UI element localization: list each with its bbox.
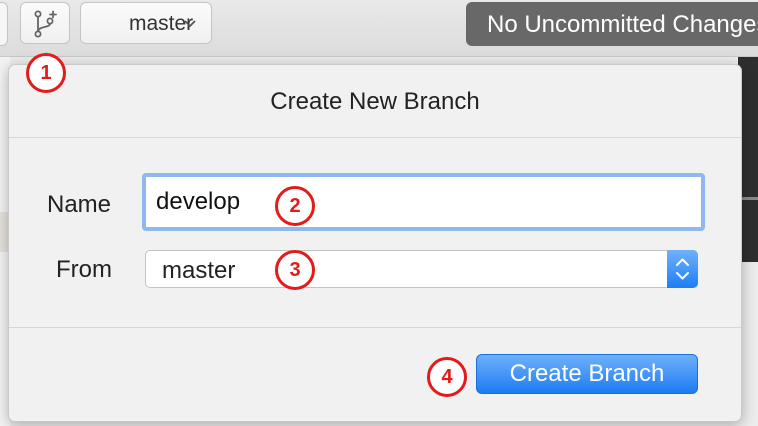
toolbar: master No Uncommitted Changes (0, 0, 758, 57)
branch-selector[interactable]: master (80, 2, 212, 44)
chevron-down-icon (184, 20, 196, 28)
annotation-marker-1: 1 (26, 53, 66, 93)
from-label: From (56, 256, 112, 283)
status-label: No Uncommitted Changes (487, 11, 758, 38)
title-divider (9, 137, 741, 138)
annotation-marker-4: 4 (427, 357, 467, 397)
background-divider (740, 197, 758, 200)
new-branch-button[interactable] (20, 2, 70, 44)
annotation-marker-2: 2 (275, 186, 315, 226)
footer-divider (9, 327, 741, 328)
app-window: master No Uncommitted Changes Create New… (0, 0, 758, 426)
name-label: Name (47, 191, 112, 218)
from-branch-select[interactable]: master (145, 250, 698, 288)
popover-title: Create New Branch (270, 88, 480, 115)
create-branch-popover: Create New Branch Name From master Creat… (8, 51, 742, 422)
toolbar-button-partial[interactable] (0, 2, 8, 46)
branch-name-input[interactable] (142, 173, 705, 231)
from-branch-value: master (162, 257, 236, 284)
status-indicator: No Uncommitted Changes (466, 2, 758, 46)
up-down-stepper-icon[interactable] (667, 250, 698, 288)
git-branch-add-icon (34, 10, 57, 38)
annotation-marker-3: 3 (275, 250, 315, 290)
create-branch-button[interactable]: Create Branch (476, 354, 698, 394)
